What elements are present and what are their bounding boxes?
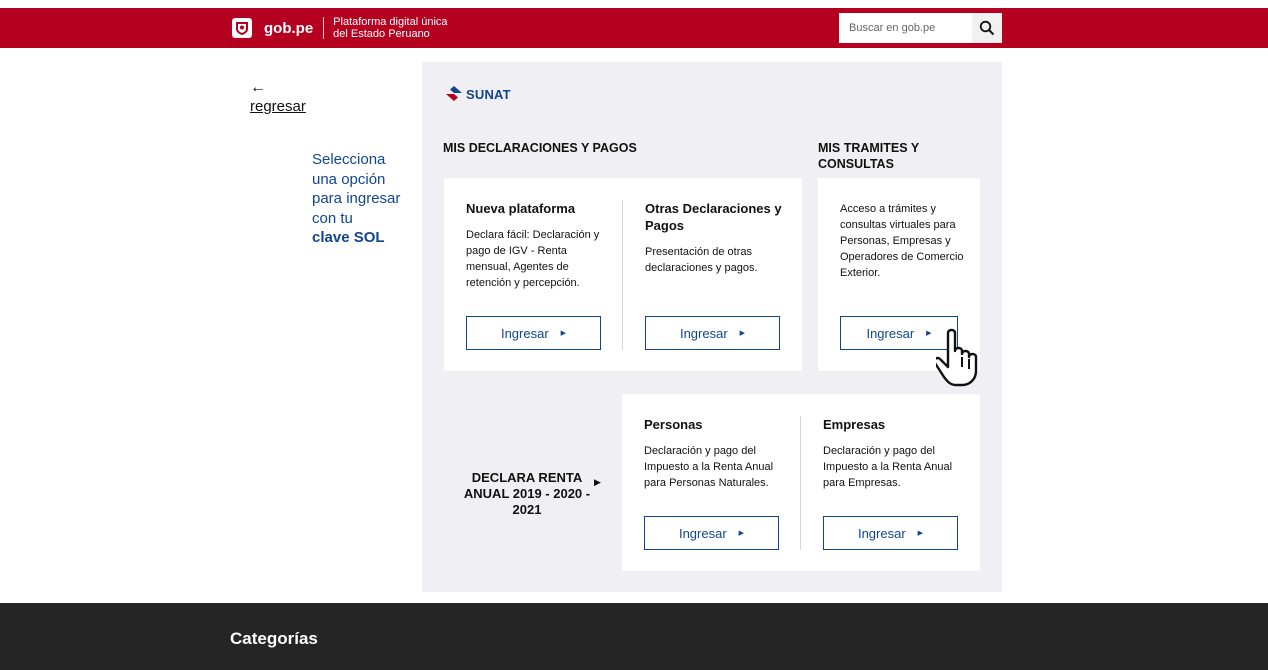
intro-message: Selecciona una opción para ingresar con … xyxy=(312,151,401,227)
arrow-left-icon[interactable]: ← xyxy=(250,80,306,96)
brand-divider xyxy=(323,17,325,39)
triangle-right-icon: ▶ xyxy=(560,330,567,337)
brand[interactable]: gob.pe Plataforma digital única del Esta… xyxy=(230,12,448,44)
button-label: Ingresar xyxy=(866,325,915,341)
otras-declaraciones-column: Otras Declaraciones y Pagos Presentación… xyxy=(645,200,785,276)
site-footer: Categorías xyxy=(0,603,1268,670)
brand-tagline: Plataforma digital única del Estado Peru… xyxy=(333,16,447,40)
empresas-column: Empresas Declaración y pago del Impuesto… xyxy=(823,416,963,491)
button-label: Ingresar xyxy=(679,325,728,341)
search-box xyxy=(839,13,1002,43)
main-panel: SUNAT MIS DECLARACIONES Y PAGOS MIS TRAM… xyxy=(422,62,1002,592)
otras-declaraciones-desc: Presentación de otras declaraciones y pa… xyxy=(645,246,758,274)
shield-icon xyxy=(232,18,252,38)
tramites-title: MIS TRAMITES Y CONSULTAS xyxy=(818,141,919,171)
button-label: Ingresar xyxy=(857,525,906,541)
sunat-logo-text: SUNAT xyxy=(466,86,511,102)
intro-strong: clave SOL xyxy=(312,229,385,246)
otras-declaraciones-ingresar-button[interactable]: Ingresar ▶ xyxy=(645,316,780,350)
tramites-column: Acceso a trámites y consultas virtuales … xyxy=(840,201,966,281)
footer-categories-title: Categorías xyxy=(230,629,318,648)
column-divider xyxy=(622,200,623,350)
empresas-desc: Declaración y pago del Impuesto a la Ren… xyxy=(823,445,953,489)
triangle-right-icon: ▶ xyxy=(594,477,601,487)
back-link[interactable]: regresar xyxy=(250,98,306,115)
personas-desc: Declaración y pago del Impuesto a la Ren… xyxy=(644,445,774,489)
declara-renta-title: DECLARA RENTA ANUAL 2019 - 2020 - 2021 xyxy=(463,470,591,517)
site-header: gob.pe Plataforma digital única del Esta… xyxy=(0,8,1268,48)
personas-title: Personas xyxy=(644,417,703,432)
search-button[interactable] xyxy=(972,13,1002,43)
button-label: Ingresar xyxy=(500,325,549,341)
declaraciones-title: MIS DECLARACIONES Y PAGOS xyxy=(443,141,637,155)
top-strip xyxy=(0,0,1268,8)
declaraciones-card: Nueva plataforma Declara fácil: Declarac… xyxy=(444,178,802,371)
brand-name: gob.pe xyxy=(264,19,314,37)
triangle-right-icon: ▶ xyxy=(926,330,932,337)
nueva-plataforma-column: Nueva plataforma Declara fácil: Declarac… xyxy=(466,200,606,291)
triangle-right-icon: ▶ xyxy=(739,330,746,337)
back-navigation[interactable]: ← regresar xyxy=(250,80,306,116)
hand-cursor-icon xyxy=(936,328,978,387)
renta-card: Personas Declaración y pago del Impuesto… xyxy=(622,394,980,571)
sunat-logo: SUNAT xyxy=(444,85,511,103)
search-input[interactable] xyxy=(839,13,972,43)
empresas-title: Empresas xyxy=(823,417,886,432)
otras-declaraciones-title: Otras Declaraciones y Pagos xyxy=(645,201,782,233)
nueva-plataforma-desc: Declara fácil: Declaración y pago de IGV… xyxy=(466,229,600,289)
tagline-line1: Plataforma digital única xyxy=(333,16,448,28)
search-icon xyxy=(979,20,995,36)
intro-text: Selecciona una opción para ingresar con … xyxy=(312,150,402,248)
nueva-plataforma-ingresar-button[interactable]: Ingresar ▶ xyxy=(466,316,601,350)
personas-column: Personas Declaración y pago del Impuesto… xyxy=(644,416,784,491)
empresas-ingresar-button[interactable]: Ingresar ▶ xyxy=(823,516,958,550)
column-divider xyxy=(800,416,801,550)
sunat-logo-icon xyxy=(446,86,462,101)
button-label: Ingresar xyxy=(678,525,727,541)
triangle-right-icon: ▶ xyxy=(738,530,745,537)
nueva-plataforma-title: Nueva plataforma xyxy=(466,201,576,216)
triangle-right-icon: ▶ xyxy=(917,530,924,537)
personas-ingresar-button[interactable]: Ingresar ▶ xyxy=(644,516,779,550)
tagline-line2: del Estado Peruano xyxy=(333,28,430,40)
tramites-desc: Acceso a trámites y consultas virtuales … xyxy=(840,203,964,279)
